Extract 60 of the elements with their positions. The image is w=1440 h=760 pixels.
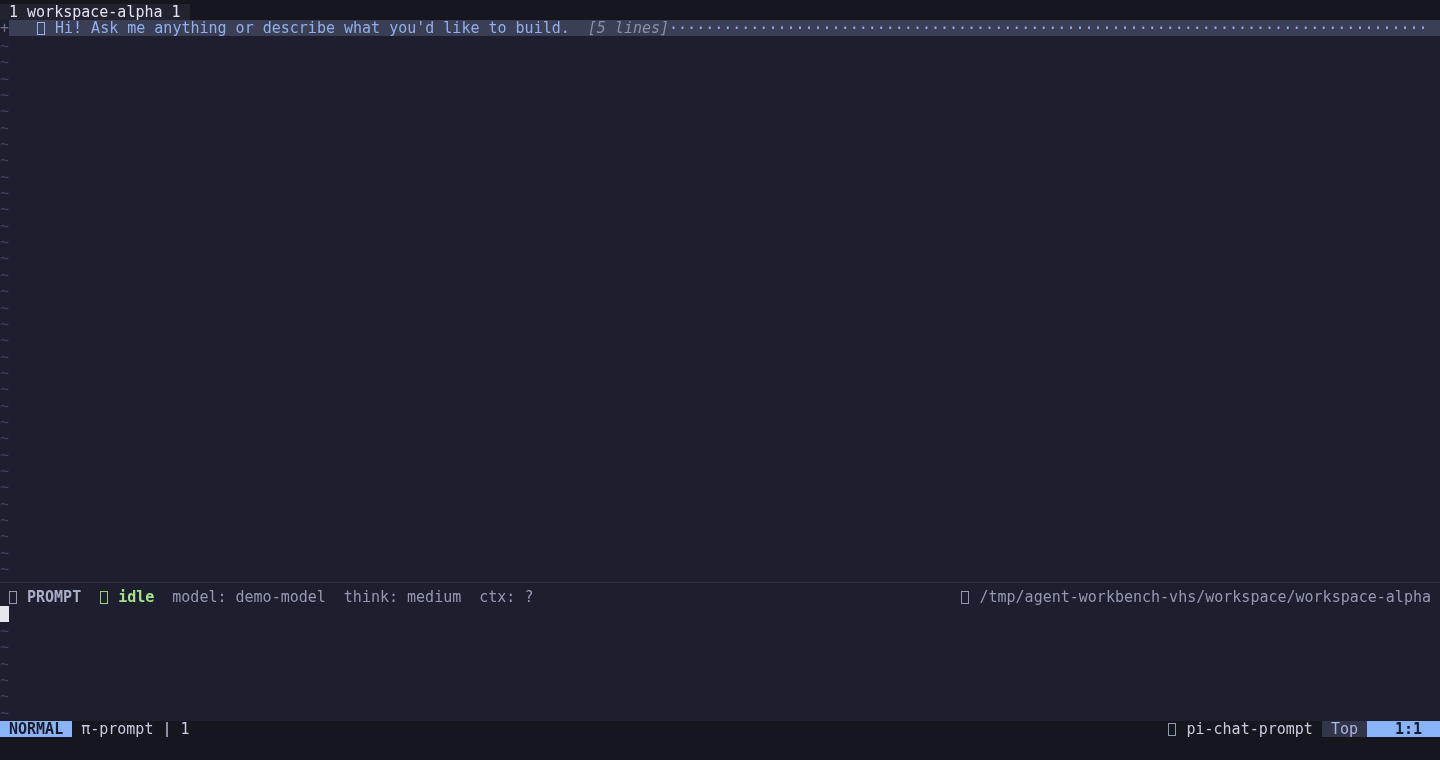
filler-tilde: ~ — [0, 249, 10, 268]
filler-tilde: ~ — [0, 331, 10, 350]
ctx-label: ctx: ? — [479, 586, 534, 608]
mode-indicator: NORMAL — [0, 721, 73, 737]
path-text: /tmp/agent-workbench-vhs/workspace/workspace-alpha — [979, 586, 1431, 608]
filler-tilde: ~ — [0, 200, 10, 219]
filler-tilde: ~ — [0, 380, 10, 399]
filler-tilde: ~ — [0, 216, 10, 235]
filler-tilde: ~ — [0, 69, 10, 88]
filler-tilde: ~ — [0, 233, 10, 252]
folder-glyph-icon — [961, 590, 970, 604]
prompt-glyph-icon — [9, 590, 17, 604]
scroll-position: Top — [1321, 721, 1367, 737]
filler-tilde: ~ — [0, 687, 10, 706]
filler-tilde: ~ — [0, 314, 10, 333]
think-label: think: medium — [343, 586, 462, 608]
fold-text: Hi! Ask me anything or describe what you'd like to build. — [55, 20, 570, 36]
filler-tilde: ~ — [0, 86, 10, 105]
filler-tilde: ~ — [0, 671, 10, 690]
filetype-label: pi-chat-prompt — [1186, 721, 1313, 737]
filler-tilde: ~ — [0, 445, 10, 464]
filler-tilde: ~ — [0, 167, 10, 186]
filler-tilde: ~ — [0, 654, 10, 673]
filler-tilde: ~ — [0, 396, 10, 415]
fold-glyph-icon — [37, 21, 45, 35]
fold-info: [5 lines] — [587, 20, 670, 36]
filler-tilde: ~ — [0, 298, 10, 317]
filler-tilde: ~ — [0, 494, 10, 513]
filler-tilde: ~ — [0, 560, 10, 578]
filler-tilde: ~ — [0, 478, 10, 497]
filler-tilde: ~ — [0, 461, 10, 480]
filler-tilde: ~ — [0, 102, 10, 121]
cursor — [0, 606, 9, 622]
model-label: model: demo-model — [172, 586, 326, 608]
filler-tilde: ~ — [0, 282, 10, 301]
filler-tilde: ~ — [0, 527, 10, 546]
filler-tilde: ~ — [0, 118, 10, 137]
filler-tilde: ~ — [0, 37, 10, 55]
filetype-glyph-icon — [1168, 722, 1177, 736]
filler-tilde: ~ — [0, 638, 10, 657]
filler-tilde: ~ — [0, 135, 10, 154]
filler-tilde: ~ — [0, 151, 10, 170]
fold-fill: ···················································································· — [669, 20, 1428, 36]
filler-tilde: ~ — [0, 347, 10, 366]
filler-tilde: ~ — [0, 622, 10, 640]
filler-tilde: ~ — [0, 543, 10, 562]
cursor-position: 1:1 — [1367, 721, 1440, 737]
filler-tilde: ~ — [0, 363, 10, 382]
filler-tilde: ~ — [0, 184, 10, 203]
filler-tilde: ~ — [0, 265, 10, 284]
filler-tilde: ~ — [0, 412, 10, 431]
prompt-title: PROMPT — [27, 586, 82, 608]
status-glyph-icon — [100, 590, 109, 604]
filler-tilde: ~ — [0, 429, 10, 448]
status-text: idle — [118, 586, 155, 608]
filler-tilde: ~ — [0, 510, 10, 529]
fold-sign: + — [0, 20, 9, 36]
filler-tilde: ~ — [0, 703, 10, 722]
filler-tilde: ~ — [0, 53, 10, 72]
tab[interactable]: 1 workspace-alpha 1 — [0, 4, 190, 20]
